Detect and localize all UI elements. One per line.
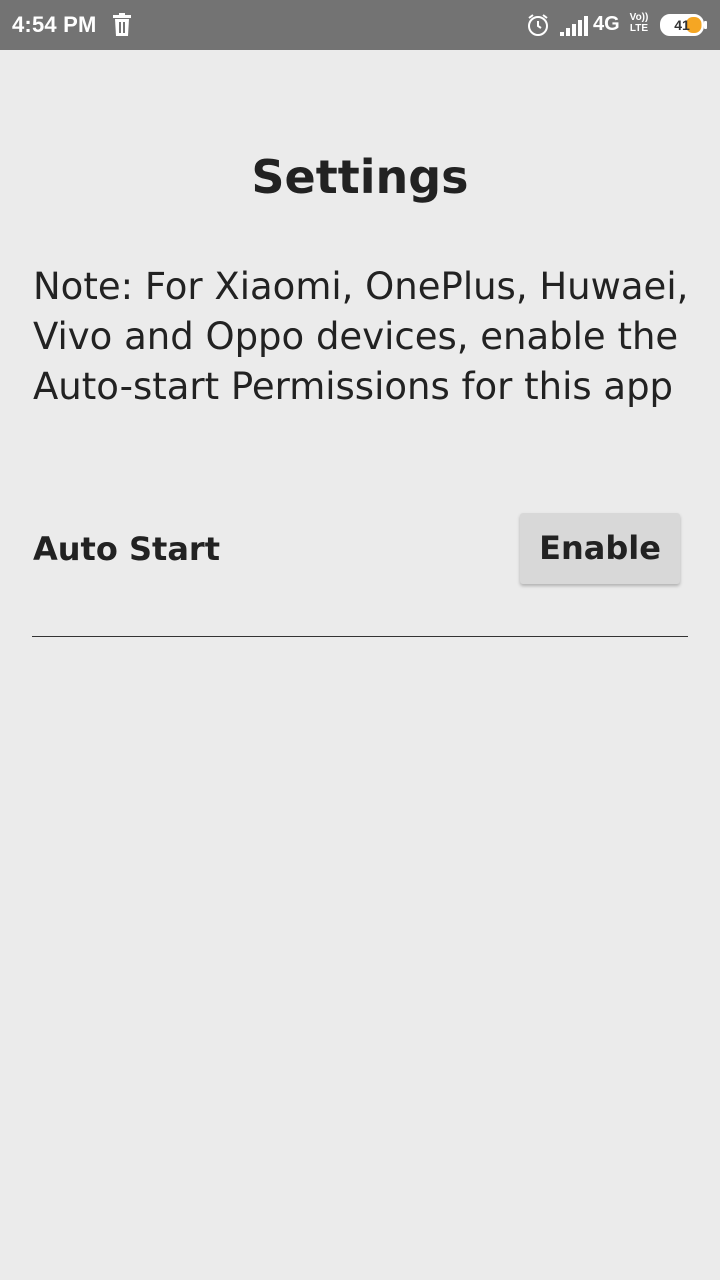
page-title: Settings bbox=[251, 150, 469, 204]
trash-icon bbox=[112, 13, 132, 37]
battery-icon: 41 bbox=[660, 14, 708, 36]
auto-start-label: Auto Start bbox=[33, 530, 220, 568]
status-bar: 4:54 PM 4G Vo)) LTE 41 bbox=[0, 0, 720, 50]
divider bbox=[32, 636, 688, 637]
battery-level: 41 bbox=[674, 17, 690, 33]
volte-indicator: Vo)) LTE bbox=[626, 12, 652, 34]
volte-top: Vo)) bbox=[629, 12, 649, 23]
auto-start-note: Note: For Xiaomi, OnePlus, Huwaei, Vivo … bbox=[33, 265, 689, 408]
alarm-icon bbox=[526, 13, 550, 37]
volte-bottom: LTE bbox=[629, 23, 649, 34]
enable-auto-start-button[interactable]: Enable bbox=[520, 513, 680, 584]
status-time: 4:54 PM bbox=[12, 12, 97, 37]
signal-icon bbox=[560, 16, 590, 36]
network-type-label: 4G bbox=[593, 13, 620, 35]
